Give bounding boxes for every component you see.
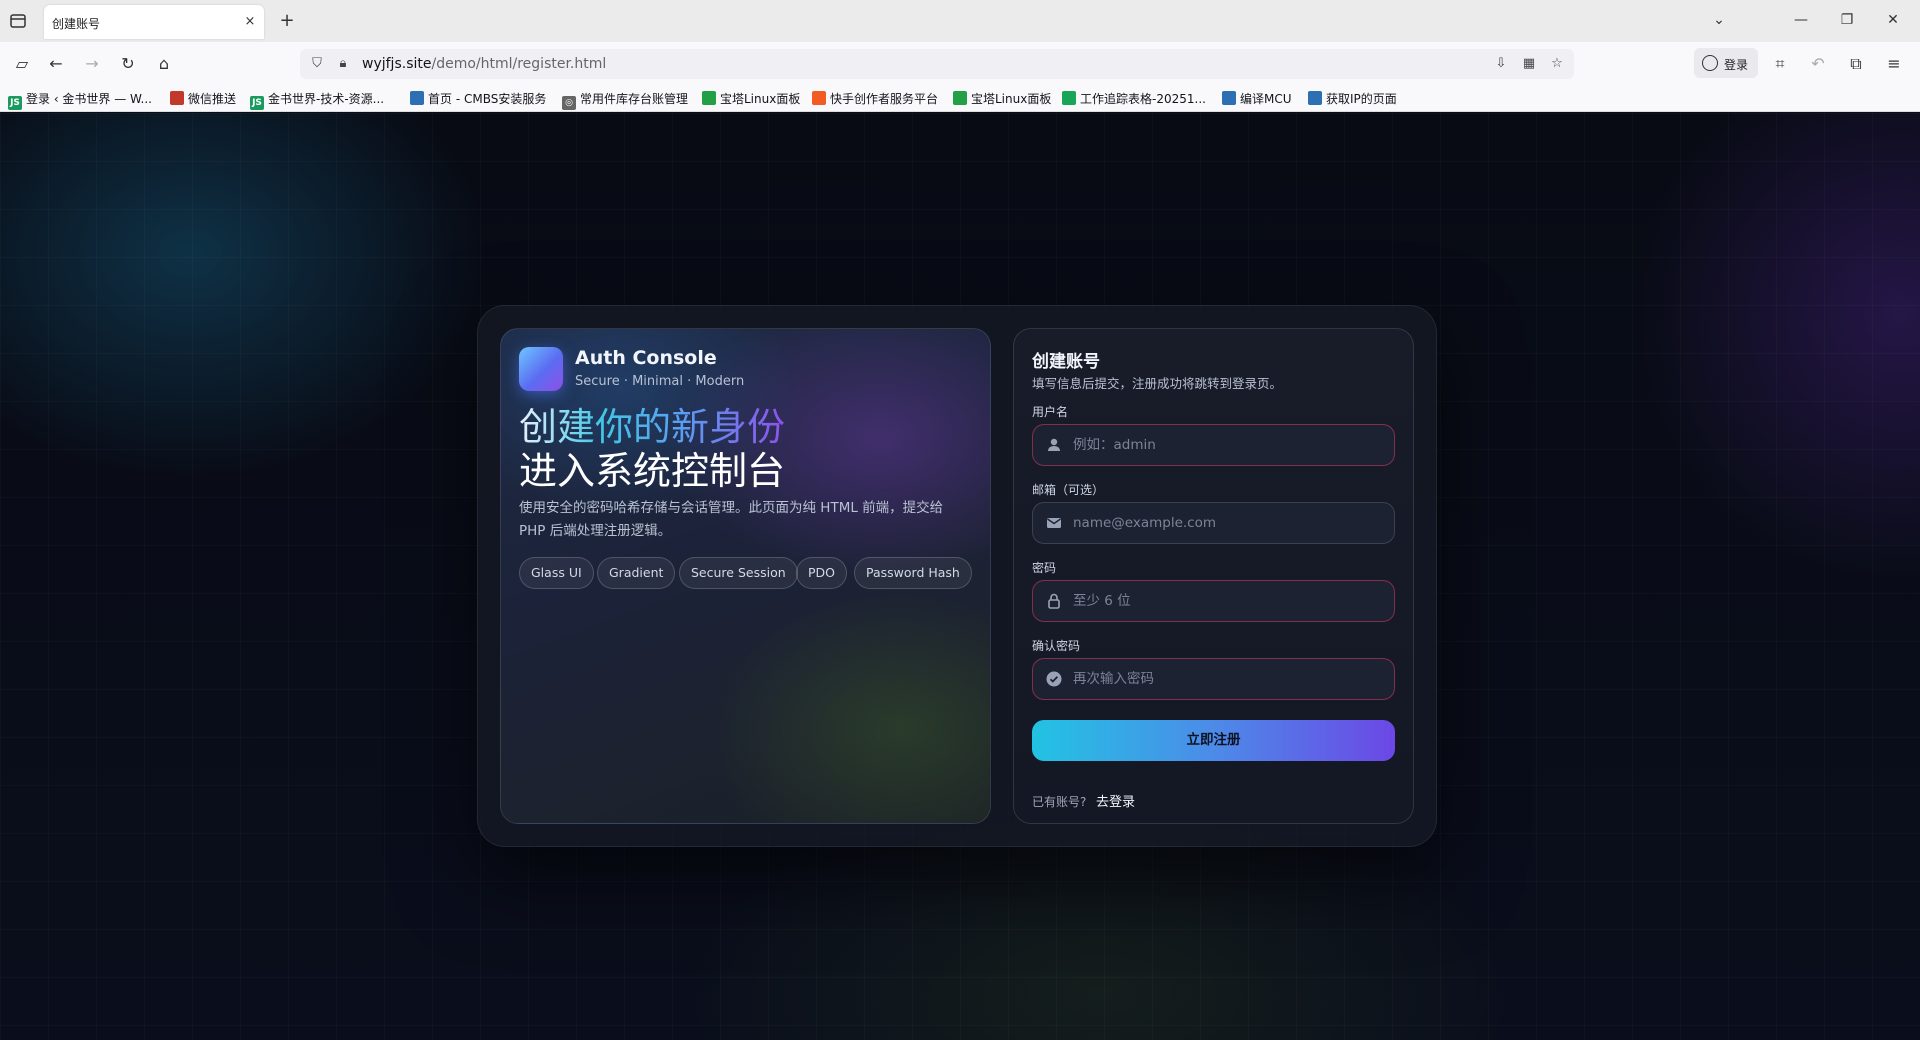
brand-name: Auth Console (575, 347, 717, 369)
password-label: 密码 (1032, 561, 1057, 575)
bookmark-item[interactable]: 工作追踪表格-20251... (1062, 90, 1206, 108)
bookmark-favicon-icon (410, 91, 424, 105)
bookmark-label: 微信推送 (188, 92, 237, 106)
chip-gradient: Gradient (597, 557, 676, 589)
page-background: Auth Console Secure · Minimal · Modern 创… (0, 113, 1920, 1040)
bookmark-favicon-icon (1308, 91, 1322, 105)
chip-password-hash: Password Hash (854, 557, 972, 589)
extensions-icon[interactable]: ⧉ (1844, 52, 1868, 76)
bookmark-favicon-icon: ◎ (562, 96, 576, 110)
hero-description: 使用安全的密码哈希存储与会话管理。此页面为纯 HTML 前端，提交给 PHP 后… (519, 500, 944, 539)
email-input[interactable] (1073, 503, 1383, 543)
password-field[interactable] (1032, 580, 1395, 622)
email-field[interactable] (1032, 502, 1395, 544)
bookmark-favicon-icon (812, 91, 826, 105)
bookmark-favicon-icon (1222, 91, 1236, 105)
qr-code-icon[interactable]: ▦ (1520, 55, 1538, 73)
mail-icon (1045, 514, 1063, 532)
bookmark-item[interactable]: 宝塔Linux面板 (702, 90, 800, 108)
headline-line-1: 创建你的新身份 (519, 405, 786, 449)
bookmark-favicon-icon (170, 91, 184, 105)
bookmark-favicon-icon (953, 91, 967, 105)
bookmark-favicon-icon: JS (250, 96, 264, 110)
confirm-password-input[interactable] (1073, 659, 1383, 699)
email-label: 邮箱（可选） (1032, 483, 1105, 497)
bookmark-item[interactable]: JS 金书世界-技术-资源... (250, 90, 385, 110)
download-page-icon[interactable]: ⇩ (1492, 55, 1510, 73)
browser-nav-bar: ▱ ← → ↻ ⌂ ⛉ 🔒︎ wyjfjs.site/demo/html/reg… (0, 42, 1920, 86)
user-icon (1045, 436, 1063, 454)
bookmark-item[interactable]: 快手创作者服务平台 (812, 90, 938, 108)
brand-tagline: Secure · Minimal · Modern (575, 374, 745, 389)
shield-icon[interactable]: ⛉ (308, 55, 326, 73)
register-submit-button[interactable]: 立即注册 (1032, 720, 1395, 761)
bookmark-label: 宝塔Linux面板 (971, 92, 1052, 106)
account-icon (1702, 55, 1718, 71)
tab-title: 创建账号 (52, 17, 101, 31)
bookmark-item[interactable]: 首页 - CMBS安装服务 (410, 90, 546, 108)
tab-overflow-icon[interactable]: ⌄ (1704, 8, 1734, 32)
bookmarks-bar: JS 登录 ‹ 金书世界 — W... 微信推送 JS 金书世界-技术-资源... 首页 … (0, 86, 1920, 112)
username-label: 用户名 (1032, 405, 1069, 419)
bookmark-item[interactable]: JS 登录 ‹ 金书世界 — W... (8, 90, 152, 110)
bookmark-item[interactable]: 宝塔Linux面板 (953, 90, 1051, 108)
headline-line-2: 进入系统控制台 (519, 449, 786, 493)
bookmark-favicon-icon (1062, 91, 1076, 105)
chip-pdo: PDO (796, 557, 848, 589)
close-window-icon[interactable]: ✕ (1878, 8, 1908, 32)
bookmark-item[interactable]: ◎ 常用件库存台账管理 (562, 90, 689, 110)
form-title: 创建账号 (1032, 352, 1100, 372)
tab-active[interactable]: 创建账号 × (44, 5, 264, 39)
bookmark-label: 金书世界-技术-资源... (268, 92, 385, 106)
confirm-password-field[interactable] (1032, 658, 1395, 700)
forward-icon[interactable]: → (80, 52, 104, 76)
back-icon[interactable]: ← (44, 52, 68, 76)
brand-logo-icon (519, 347, 563, 391)
register-form: 创建账号 填写信息后提交，注册成功将跳转到登录页。 用户名 邮箱（可选） 密码 (1013, 328, 1414, 824)
bookmark-label: 快手创作者服务平台 (830, 92, 939, 106)
bookmark-favicon-icon: JS (8, 96, 22, 110)
username-field[interactable] (1032, 424, 1395, 466)
url-text[interactable]: wyjfjs.site/demo/html/register.html (362, 56, 606, 72)
bookmark-label: 常用件库存台账管理 (580, 92, 689, 106)
bookmark-item[interactable]: 微信推送 (170, 90, 236, 108)
bookmark-item[interactable]: 获取IP的页面 (1308, 90, 1397, 108)
address-bar[interactable]: ⛉ 🔒︎ wyjfjs.site/demo/html/register.html… (300, 49, 1574, 79)
bookmark-star-icon[interactable]: ☆ (1548, 55, 1566, 73)
restore-icon[interactable]: ❐ (1832, 8, 1862, 32)
account-login-button[interactable]: 登录 (1694, 48, 1758, 78)
bookmark-label: 获取IP的页面 (1326, 92, 1397, 106)
home-icon[interactable]: ⌂ (152, 52, 176, 76)
tab-close-icon[interactable]: × (242, 14, 258, 30)
menu-icon[interactable]: ≡ (1882, 52, 1906, 76)
confirm-password-label: 确认密码 (1032, 639, 1081, 653)
new-tab-button[interactable]: + (276, 10, 298, 32)
username-input[interactable] (1073, 425, 1383, 465)
lock-icon (1045, 592, 1063, 610)
browser-tab-bar: 创建账号 × + ⌄ — ❐ ✕ (0, 0, 1920, 42)
form-subtitle: 填写信息后提交，注册成功将跳转到登录页。 (1032, 376, 1283, 391)
check-circle-icon (1045, 670, 1063, 688)
tab-list-icon[interactable] (6, 9, 30, 33)
screenshot-icon[interactable]: ⌗ (1768, 52, 1792, 76)
has-account-text: 已有账号? (1032, 795, 1087, 809)
lock-icon[interactable]: 🔒︎ (334, 55, 352, 73)
minimize-icon[interactable]: — (1786, 8, 1816, 32)
hero-panel: Auth Console Secure · Minimal · Modern 创… (500, 328, 991, 824)
password-input[interactable] (1073, 581, 1383, 621)
go-login-link[interactable]: 去登录 (1096, 791, 1135, 810)
undo-icon[interactable]: ↶ (1806, 52, 1830, 76)
sidebar-icon[interactable]: ▱ (10, 52, 34, 76)
bookmark-label: 首页 - CMBS安装服务 (428, 92, 547, 106)
bookmark-label: 编译MCU (1240, 92, 1292, 106)
reload-icon[interactable]: ↻ (116, 52, 140, 76)
bookmark-label: 宝塔Linux面板 (720, 92, 801, 106)
bookmark-label: 工作追踪表格-20251... (1080, 92, 1206, 106)
bookmark-item[interactable]: 编译MCU (1222, 90, 1292, 108)
chip-secure-session: Secure Session (679, 557, 798, 589)
auth-shell: Auth Console Secure · Minimal · Modern 创… (477, 305, 1437, 847)
bookmark-label: 登录 ‹ 金书世界 — W... (26, 92, 152, 106)
bookmark-favicon-icon (702, 91, 716, 105)
chip-glass-ui: Glass UI (519, 557, 594, 589)
